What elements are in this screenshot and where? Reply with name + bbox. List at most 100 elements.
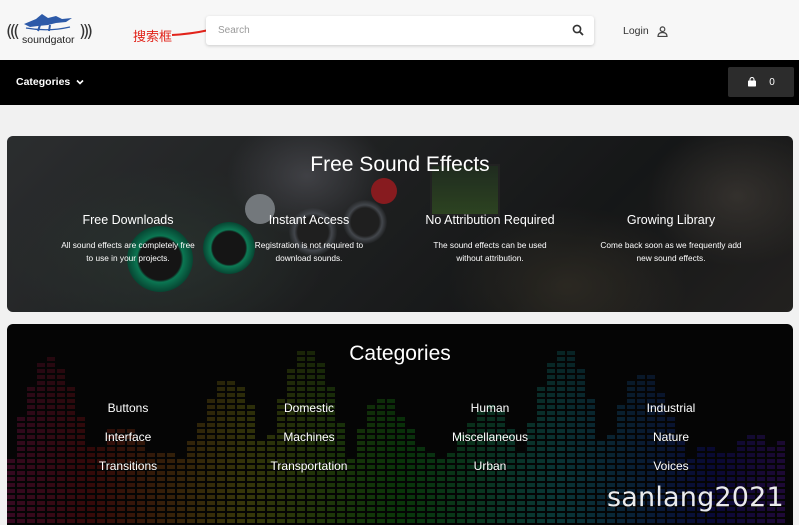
equalizer-segment	[677, 477, 685, 481]
equalizer-segment	[527, 447, 535, 451]
equalizer-segment	[387, 423, 395, 427]
equalizer-segment	[517, 453, 525, 457]
equalizer-segment	[367, 495, 375, 499]
equalizer-segment	[277, 489, 285, 493]
equalizer-segment	[567, 513, 575, 517]
category-link[interactable]: Voices	[591, 459, 751, 473]
category-link[interactable]: Interface	[48, 430, 208, 444]
equalizer-segment	[547, 477, 555, 481]
equalizer-segment	[117, 513, 125, 517]
equalizer-segment	[17, 507, 25, 511]
equalizer-segment	[97, 519, 105, 523]
equalizer-segment	[387, 477, 395, 481]
equalizer-segment	[297, 387, 305, 391]
soundgator-logo[interactable]: ((( ))) soundgator	[6, 10, 93, 50]
equalizer-segment	[287, 447, 295, 451]
equalizer-segment	[407, 519, 415, 523]
equalizer-segment	[147, 519, 155, 523]
category-link[interactable]: Nature	[591, 430, 751, 444]
equalizer-segment	[217, 483, 225, 487]
equalizer-segment	[197, 483, 205, 487]
equalizer-segment	[227, 513, 235, 517]
equalizer-segment	[57, 375, 65, 379]
equalizer-segment	[187, 501, 195, 505]
category-link[interactable]: Transportation	[229, 459, 389, 473]
equalizer-segment	[47, 369, 55, 373]
equalizer-segment	[377, 423, 385, 427]
categories-dropdown[interactable]: Categories	[16, 74, 84, 90]
equalizer-segment	[327, 483, 335, 487]
equalizer-segment	[87, 501, 95, 505]
equalizer-segment	[317, 381, 325, 385]
search-input[interactable]	[218, 20, 558, 40]
cart-button[interactable]: 0	[728, 67, 794, 97]
equalizer-segment	[577, 375, 585, 379]
equalizer-segment	[597, 447, 605, 451]
equalizer-segment	[27, 489, 35, 493]
equalizer-segment	[487, 453, 495, 457]
equalizer-segment	[77, 519, 85, 523]
equalizer-segment	[67, 447, 75, 451]
equalizer-segment	[547, 507, 555, 511]
equalizer-segment	[77, 513, 85, 517]
equalizer-segment	[437, 477, 445, 481]
search-icon[interactable]	[572, 24, 584, 36]
category-link[interactable]: Buttons	[48, 401, 208, 415]
category-link[interactable]: Industrial	[591, 401, 751, 415]
equalizer-segment	[297, 483, 305, 487]
equalizer-segment	[497, 483, 505, 487]
equalizer-segment	[247, 423, 255, 427]
equalizer-segment	[137, 489, 145, 493]
category-link[interactable]: Machines	[229, 430, 389, 444]
equalizer-segment	[47, 387, 55, 391]
equalizer-segment	[587, 489, 595, 493]
equalizer-segment	[397, 435, 405, 439]
category-link[interactable]: Urban	[410, 459, 570, 473]
equalizer-segment	[217, 495, 225, 499]
equalizer-segment	[27, 477, 35, 481]
equalizer-segment	[377, 519, 385, 523]
equalizer-segment	[287, 417, 295, 421]
equalizer-segment	[17, 435, 25, 439]
equalizer-segment	[397, 471, 405, 475]
equalizer-segment	[577, 405, 585, 409]
equalizer-segment	[37, 501, 45, 505]
feature-title: No Attribution Required	[425, 213, 555, 227]
equalizer-segment	[627, 393, 635, 397]
equalizer-segment	[167, 483, 175, 487]
equalizer-segment	[417, 519, 425, 523]
equalizer-segment	[207, 489, 215, 493]
equalizer-segment	[637, 453, 645, 457]
equalizer-segment	[337, 477, 345, 481]
sound-wave-right-icon: )))	[79, 22, 93, 42]
equalizer-segment	[487, 477, 495, 481]
category-link[interactable]: Miscellaneous	[410, 430, 570, 444]
equalizer-segment	[57, 489, 65, 493]
category-link[interactable]: Human	[410, 401, 570, 415]
equalizer-segment	[497, 423, 505, 427]
equalizer-segment	[17, 483, 25, 487]
equalizer-segment	[457, 507, 465, 511]
equalizer-segment	[307, 513, 315, 517]
equalizer-segment	[727, 477, 735, 481]
equalizer-segment	[587, 447, 595, 451]
equalizer-segment	[487, 423, 495, 427]
equalizer-segment	[7, 477, 15, 481]
equalizer-segment	[517, 501, 525, 505]
equalizer-segment	[377, 483, 385, 487]
equalizer-segment	[477, 417, 485, 421]
category-link[interactable]: Transitions	[48, 459, 208, 473]
equalizer-segment	[367, 519, 375, 523]
equalizer-segment	[567, 387, 575, 391]
equalizer-segment	[287, 489, 295, 493]
equalizer-segment	[767, 471, 775, 475]
equalizer-segment	[747, 519, 755, 523]
equalizer-segment	[227, 387, 235, 391]
category-link[interactable]: Domestic	[229, 401, 389, 415]
feature-description-line: The sound effects can be used	[433, 240, 547, 250]
equalizer-segment	[747, 513, 755, 517]
login-link[interactable]: Login	[623, 23, 668, 39]
equalizer-segment	[47, 489, 55, 493]
equalizer-segment	[27, 471, 35, 475]
hero-banner: Free Sound Effects Free Downloads All so…	[7, 136, 793, 312]
